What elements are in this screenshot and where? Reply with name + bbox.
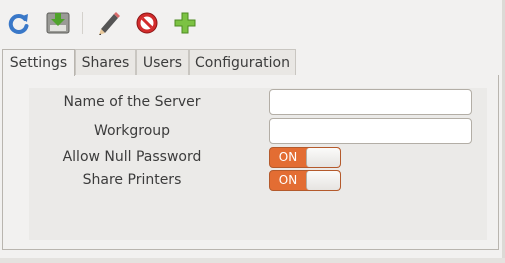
share-printers-switch[interactable]: ON bbox=[269, 170, 341, 191]
refresh-icon bbox=[8, 14, 29, 34]
server-name-label: Name of the Server bbox=[63, 94, 201, 110]
workgroup-input[interactable] bbox=[269, 118, 472, 144]
add-icon bbox=[174, 12, 196, 34]
edit-icon bbox=[99, 12, 120, 35]
server-name-input[interactable] bbox=[269, 89, 472, 115]
refresh-button[interactable] bbox=[5, 9, 33, 37]
toolbar-separator bbox=[82, 12, 83, 34]
allow-null-password-label: Allow Null Password bbox=[62, 149, 202, 165]
switch-knob bbox=[306, 171, 340, 190]
tab-settings[interactable]: Settings bbox=[2, 49, 75, 76]
save-button[interactable] bbox=[44, 9, 72, 37]
save-icon bbox=[46, 12, 70, 34]
switch-state-label: ON bbox=[278, 173, 298, 187]
switch-knob bbox=[306, 148, 340, 167]
delete-icon bbox=[136, 12, 158, 34]
add-button[interactable] bbox=[171, 9, 199, 37]
delete-button[interactable] bbox=[133, 9, 161, 37]
tab-users[interactable]: Users bbox=[136, 49, 189, 75]
toolbar bbox=[0, 0, 505, 44]
allow-null-password-switch[interactable]: ON bbox=[269, 147, 341, 168]
share-printers-label: Share Printers bbox=[82, 172, 182, 188]
tab-bar: Settings Shares Users Configuration bbox=[0, 49, 505, 76]
tab-configuration[interactable]: Configuration bbox=[189, 49, 296, 75]
workgroup-label: Workgroup bbox=[93, 123, 171, 139]
switch-state-label: ON bbox=[278, 150, 298, 164]
edit-button[interactable] bbox=[95, 9, 123, 37]
window-edge bbox=[0, 258, 505, 263]
tab-shares[interactable]: Shares bbox=[75, 49, 136, 75]
